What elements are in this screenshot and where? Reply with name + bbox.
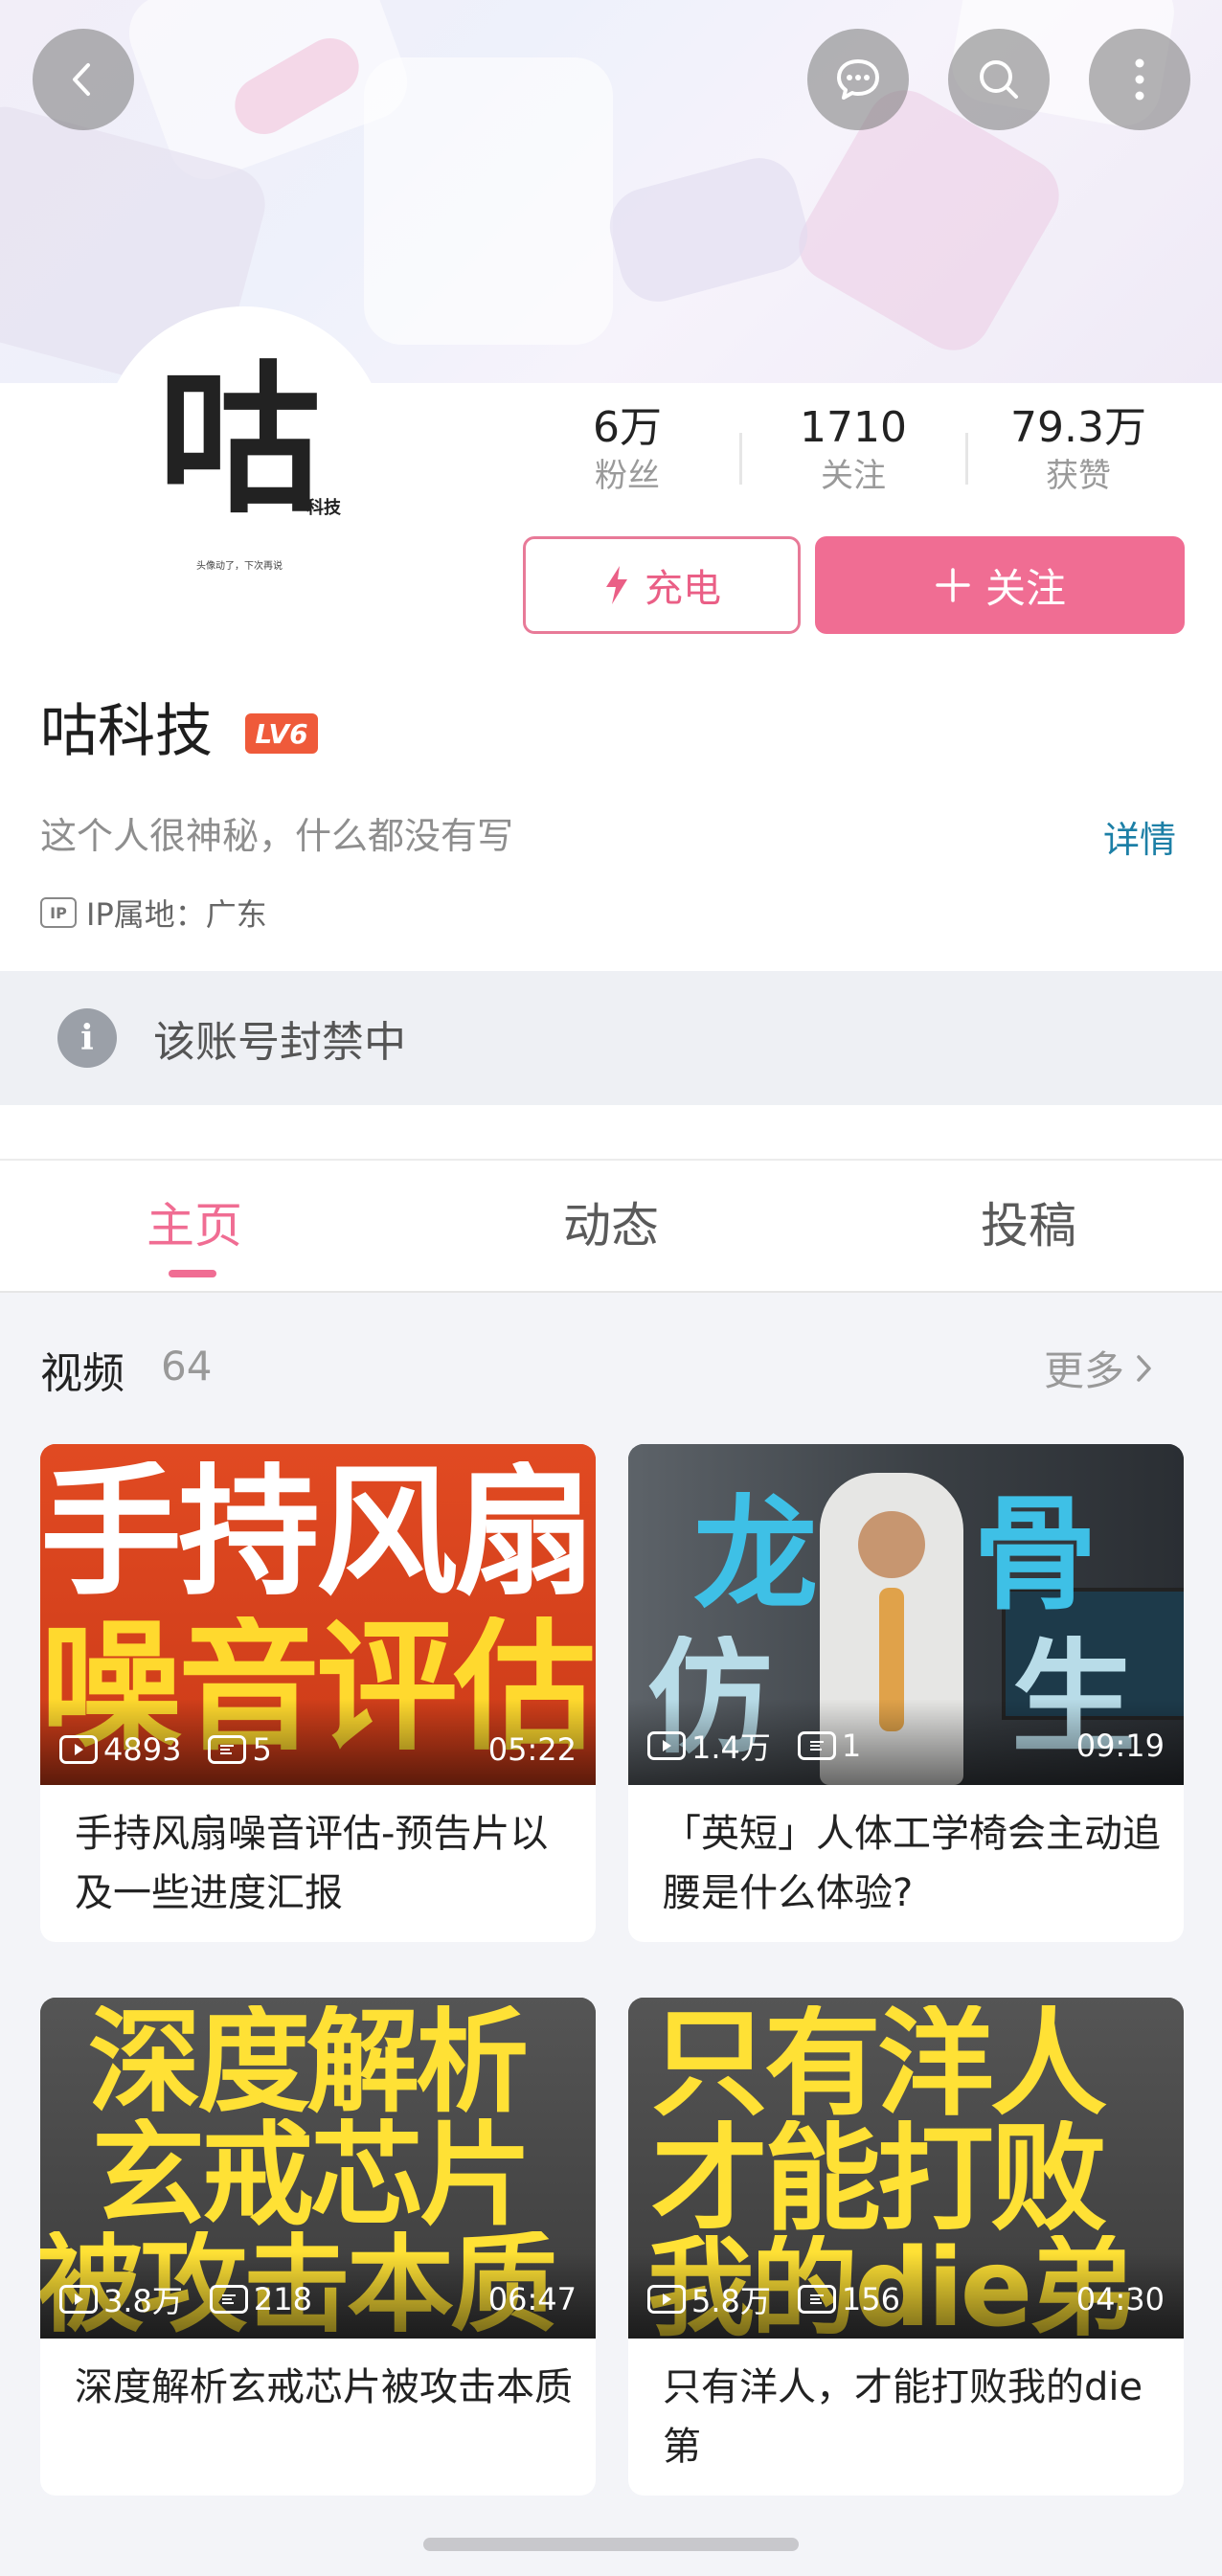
- more-vertical-icon: [1135, 58, 1144, 101]
- video-duration: 05:22: [487, 1731, 577, 1768]
- stat-likes-value: 79.3万: [1010, 403, 1146, 452]
- danmaku-count: 5: [252, 1731, 272, 1768]
- stat-fans[interactable]: 6万 粉丝: [532, 402, 723, 498]
- thumbnail-text: 手持风扇: [40, 1461, 596, 1603]
- video-thumbnail: 只有洋人 才能打败 我的die弟 5.8万 156 04:30: [628, 1998, 1184, 2339]
- video-card[interactable]: 只有洋人 才能打败 我的die弟 5.8万 156 04:30 只有洋人，才能打…: [628, 1998, 1184, 2496]
- video-title: 手持风扇噪音评估-预告片以及一些进度汇报: [75, 1812, 549, 1915]
- stat-following-value: 1710: [800, 403, 907, 452]
- tabs-bottom-divider: [0, 1291, 1222, 1293]
- view-count: 3.8万: [103, 2283, 183, 2319]
- more-videos-link[interactable]: 更多: [1044, 1339, 1155, 1397]
- stat-following-label: 关注: [821, 457, 886, 495]
- info-icon: i: [57, 1008, 117, 1068]
- stat-divider: [739, 433, 742, 485]
- search-button[interactable]: [948, 29, 1050, 130]
- play-count-icon: [647, 1731, 686, 1760]
- video-meta: 1.4万 1 09:19: [647, 1724, 1165, 1768]
- video-card[interactable]: 手持风扇 噪音评估 4893 5 05:22 手持风扇噪音评估-预告片以及一些进…: [40, 1444, 596, 1942]
- stat-fans-value: 6万: [593, 403, 662, 452]
- video-thumbnail: 龙 骨 仿 生 1.4万 1 09:19: [628, 1444, 1184, 1785]
- ip-badge-icon: IP: [40, 897, 77, 928]
- account-banned-notice: i 该账号封禁中: [0, 971, 1222, 1105]
- video-thumbnail: 手持风扇 噪音评估 4893 5 05:22: [40, 1444, 596, 1785]
- video-duration: 09:19: [1075, 1728, 1165, 1764]
- videos-section-title: 视频: [40, 1349, 124, 1398]
- stat-following[interactable]: 1710 关注: [758, 402, 949, 498]
- view-count: 1.4万: [691, 1729, 771, 1766]
- charge-label: 充电: [645, 567, 721, 611]
- video-meta: 3.8万 218 06:47: [59, 2277, 577, 2321]
- play-count-icon: [647, 2285, 686, 2314]
- user-name: 咕科技: [40, 698, 213, 765]
- stat-likes[interactable]: 79.3万 获赞: [983, 402, 1174, 498]
- danmaku-count: 218: [253, 2281, 312, 2317]
- video-card[interactable]: 深度解析 玄戒芯片 被攻击本质 3.8万 218 06:47 深度解析玄戒芯片被…: [40, 1998, 596, 2496]
- video-card[interactable]: 龙 骨 仿 生 1.4万 1 09:19 「英短」人体工学椅会主动追腰是什么体验…: [628, 1444, 1184, 1942]
- message-button[interactable]: [807, 29, 909, 130]
- charge-button[interactable]: 充电: [523, 536, 801, 634]
- follow-button[interactable]: 关注: [815, 536, 1185, 634]
- tab-submissions[interactable]: 投稿: [885, 1187, 1172, 1256]
- stat-likes-label: 获赞: [1046, 457, 1111, 495]
- danmaku-icon: [208, 1735, 247, 1764]
- ip-location: IP IP属地：广东: [40, 891, 267, 935]
- follow-label: 关注: [984, 564, 1066, 612]
- plus-icon: [936, 568, 970, 602]
- thumbnail-text: 只有洋人: [651, 2005, 1107, 2122]
- danmaku-count: 1: [841, 1728, 862, 1764]
- lightning-icon: [606, 566, 627, 604]
- back-arrow-icon: [73, 63, 90, 96]
- active-tab-indicator: [169, 1270, 216, 1277]
- video-meta: 4893 5 05:22: [59, 1731, 577, 1768]
- play-count-icon: [59, 2285, 98, 2314]
- tabs-divider: [0, 1159, 1222, 1161]
- avatar-glyph: 咕: [158, 347, 322, 536]
- more-options-button[interactable]: [1089, 29, 1190, 130]
- notice-text: 该账号封禁中: [153, 1018, 406, 1067]
- avatar[interactable]: 咕 科技 头像动了，下次再说: [101, 306, 388, 594]
- thumbnail-text: 骨: [973, 1492, 1098, 1616]
- video-title: 只有洋人，才能打败我的die第: [663, 2365, 1143, 2469]
- user-bio: 这个人很神秘，什么都没有写: [40, 815, 514, 857]
- video-thumbnail: 深度解析 玄戒芯片 被攻击本质 3.8万 218 06:47: [40, 1998, 596, 2339]
- thumbnail-text: 深度解析: [88, 2005, 529, 2118]
- video-title: 深度解析玄戒芯片被攻击本质: [75, 2365, 573, 2409]
- danmaku-icon: [797, 1731, 836, 1760]
- stat-divider: [965, 433, 968, 485]
- detail-link[interactable]: 详情: [1103, 810, 1176, 863]
- thumbnail-text: 才能打败: [651, 2120, 1107, 2237]
- search-icon: [980, 60, 1018, 99]
- chat-bubble-icon: [837, 59, 879, 100]
- video-meta: 5.8万 156 04:30: [647, 2277, 1165, 2321]
- video-duration: 06:47: [487, 2281, 577, 2317]
- danmaku-icon: [797, 2285, 836, 2314]
- play-count-icon: [59, 1735, 98, 1764]
- danmaku-count: 156: [841, 2281, 900, 2317]
- thumbnail-text: 龙: [693, 1492, 818, 1616]
- ip-location-text: IP属地：广东: [86, 896, 267, 933]
- back-button[interactable]: [33, 29, 134, 130]
- videos-count: 64: [161, 1343, 213, 1390]
- level-badge: LV6: [245, 713, 318, 754]
- avatar-sub-text: 科技: [306, 498, 341, 518]
- danmaku-icon: [209, 2285, 248, 2314]
- tab-home[interactable]: 主页: [51, 1187, 338, 1256]
- thumbnail-text: 玄戒芯片: [92, 2118, 532, 2231]
- video-title: 「英短」人体工学椅会主动追腰是什么体验?: [663, 1812, 1161, 1915]
- home-indicator[interactable]: [423, 2538, 799, 2551]
- avatar-slogan: 头像动了，下次再说: [196, 561, 283, 572]
- video-duration: 04:30: [1075, 2281, 1165, 2317]
- view-count: 5.8万: [691, 2283, 771, 2319]
- chevron-right-icon: [1137, 1354, 1151, 1382]
- view-count: 4893: [103, 1731, 182, 1768]
- tab-dynamics[interactable]: 动态: [467, 1187, 755, 1256]
- stat-fans-label: 粉丝: [595, 457, 660, 495]
- more-label: 更多: [1044, 1347, 1125, 1394]
